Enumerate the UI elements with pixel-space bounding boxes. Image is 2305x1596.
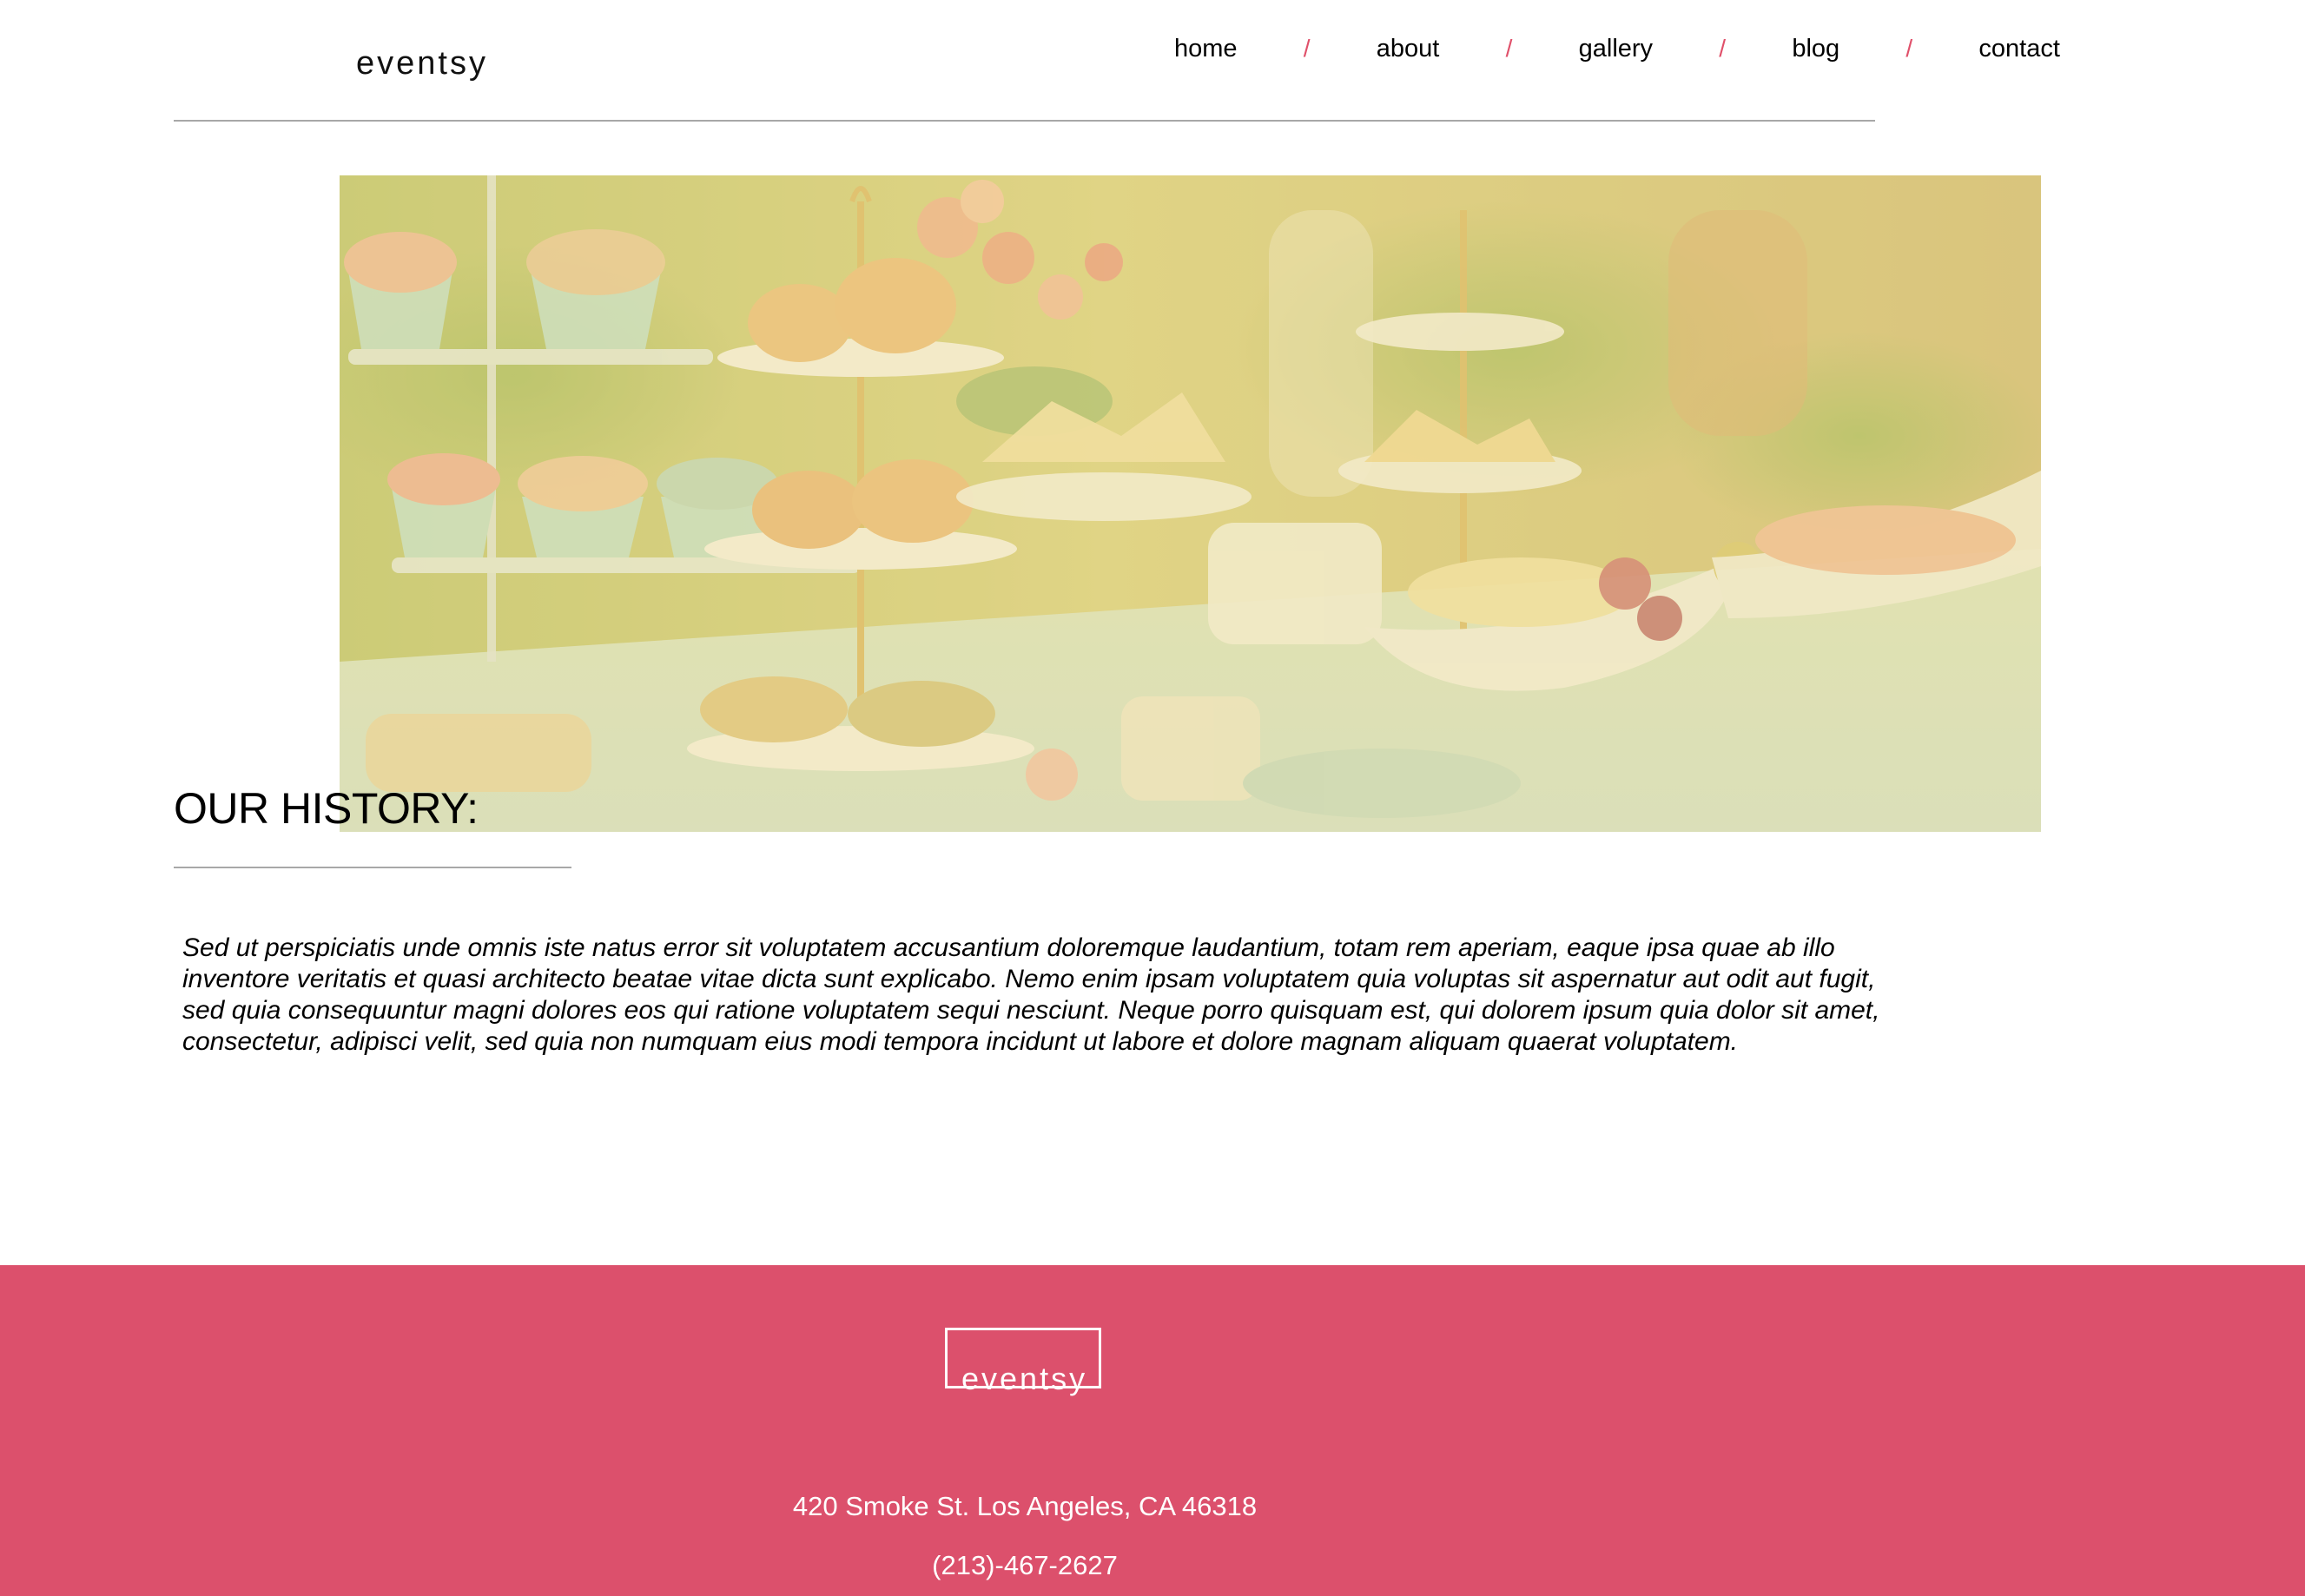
nav-about[interactable]: about — [1377, 35, 1440, 63]
header-divider — [174, 120, 1875, 122]
history-paragraph: Sed ut perspiciatis unde omnis iste natu… — [182, 933, 1880, 1056]
nav-home[interactable]: home — [1174, 35, 1238, 63]
nav-separator: / — [1905, 35, 1913, 62]
brand-logo[interactable]: eventsy — [356, 45, 488, 82]
footer: eventsy 420 Smoke St. Los Angeles, CA 46… — [0, 1265, 2305, 1596]
footer-logo[interactable]: eventsy — [945, 1328, 1101, 1395]
nav-separator: / — [1303, 35, 1311, 62]
nav-separator: / — [1719, 35, 1727, 62]
footer-logo-text: eventsy — [961, 1361, 1088, 1396]
history-heading: OUR HISTORY: — [174, 784, 479, 833]
nav-gallery[interactable]: gallery — [1579, 35, 1653, 63]
nav-contact[interactable]: contact — [1978, 35, 2060, 63]
nav-separator: / — [1505, 35, 1513, 62]
history-divider — [174, 867, 571, 868]
main-nav: home / about / gallery / blog / contact — [1174, 31, 2060, 66]
footer-address: 420 Smoke St. Los Angeles, CA 46318 — [792, 1491, 1258, 1521]
nav-blog[interactable]: blog — [1792, 35, 1839, 63]
hero-image — [340, 175, 2041, 832]
hero-illustration — [340, 175, 2041, 832]
footer-phone[interactable]: (213)-467-2627 — [0, 1550, 2050, 1581]
